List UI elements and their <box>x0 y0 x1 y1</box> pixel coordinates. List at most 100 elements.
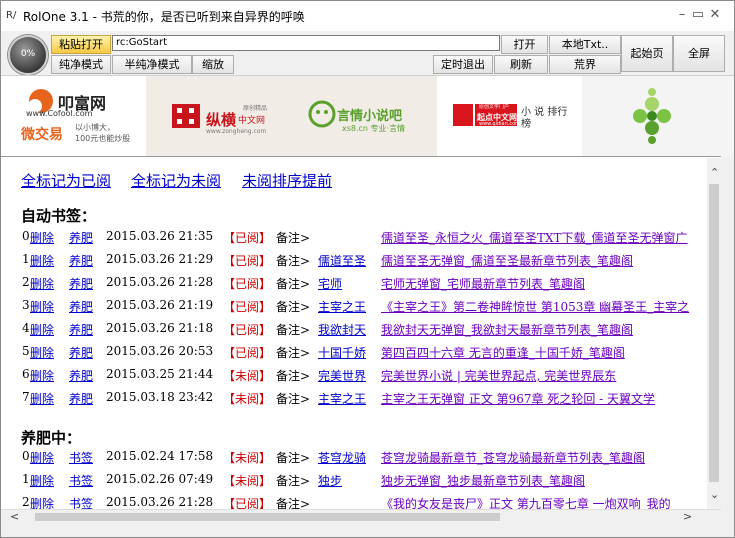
read-status: 【已阅】 <box>223 497 272 510</box>
delete-link[interactable]: 删除 <box>30 367 54 384</box>
pending-heading: 养肥中： <box>21 429 82 447</box>
read-status: 【已阅】 <box>223 300 272 314</box>
horizontal-scroll-thumb[interactable] <box>35 513 500 521</box>
pure-mode-button[interactable]: 纯净模式 <box>51 55 111 74</box>
read-status: 【已阅】 <box>223 231 272 245</box>
bookmark-title-link[interactable]: 儒道至圣无弹窗_儒道至圣最新章节列表_笔趣阁 <box>381 252 633 269</box>
bookmark-date: 2015.03.26 20:53 <box>106 344 214 358</box>
ad-cofool[interactable]: 叩富网 www.Cofool.com 微交易 以小博大， 100元也能炒股 <box>1 76 146 157</box>
scroll-right-icon[interactable]: > <box>683 510 692 523</box>
semi-pure-mode-button[interactable]: 半纯净模式 <box>112 55 192 74</box>
start-page-button[interactable]: 起始页 <box>621 35 673 72</box>
ad-zongheng[interactable]: 纵横 中文网 原创精品 www.zongheng.com <box>146 76 292 157</box>
note-link[interactable]: 独步 <box>318 472 342 489</box>
bookmark-title-link[interactable]: 完美世界小说 | 完美世界起点, 完美世界辰东 <box>381 367 616 384</box>
open-button[interactable]: 打开 <box>501 35 548 54</box>
zongheng-url: www.zongheng.com <box>206 128 267 135</box>
mark-all-unread-link[interactable]: 全标记为未阅 <box>131 170 221 191</box>
row-index: 2 <box>22 275 30 289</box>
action-link[interactable]: 养肥 <box>69 390 93 407</box>
row-index: 5 <box>22 344 30 358</box>
note-link[interactable]: 完美世界 <box>318 367 366 384</box>
progress-label: 0% <box>20 49 36 59</box>
row-index: 0 <box>22 449 30 463</box>
delete-link[interactable]: 删除 <box>30 321 54 338</box>
note-link[interactable]: 主宰之王 <box>318 390 366 407</box>
action-link[interactable]: 书签 <box>69 449 93 466</box>
progress-indicator[interactable]: 0% <box>8 35 48 75</box>
sort-unread-link[interactable]: 未阅排序提前 <box>242 170 332 191</box>
action-link[interactable]: 养肥 <box>69 344 93 361</box>
vertical-scrollbar[interactable]: ⌃ ⌄ <box>707 158 721 509</box>
scroll-down-icon[interactable]: ⌄ <box>710 488 719 501</box>
delete-link[interactable]: 删除 <box>30 344 54 361</box>
bookmark-page: 全标记为已阅 全标记为未阅 未阅排序提前 自动书签： 0 删除 养肥 2015.03.… <box>1 156 721 510</box>
title-bar: R/ RolOne 3.1 - 书荒的你，是否已听到来自异界的呼唤 – ▭ ✕ <box>1 1 734 31</box>
horizontal-scrollbar[interactable]: < > <box>1 509 721 524</box>
note-label: 备注> <box>276 392 311 406</box>
bookmark-date: 2015.02.24 17:58 <box>106 449 214 463</box>
shortage-button[interactable]: 荒界 <box>549 55 621 74</box>
delete-link[interactable]: 删除 <box>30 298 54 315</box>
zoom-button[interactable]: 缩放 <box>192 55 234 74</box>
local-txt-button[interactable]: 本地Txt.. <box>549 35 621 54</box>
timed-exit-button[interactable]: 定时退出 <box>433 55 493 74</box>
note-link[interactable]: 苍穹龙骑 <box>318 449 366 466</box>
qidian-url: www.qidian.com <box>479 121 521 127</box>
action-link[interactable]: 养肥 <box>69 367 93 384</box>
paste-open-button[interactable]: 粘贴打开 <box>51 35 111 54</box>
bookmark-title-link[interactable]: 第四百四十六章 无言的重逢_十国千娇_笔趣阁 <box>381 344 625 361</box>
note-label: 备注> <box>276 474 311 488</box>
action-link[interactable]: 书签 <box>69 472 93 489</box>
note-link[interactable]: 主宰之王 <box>318 298 366 315</box>
fullscreen-button[interactable]: 全屏 <box>673 35 725 72</box>
delete-link[interactable]: 删除 <box>30 495 54 510</box>
bookmark-title-link[interactable]: 《主宰之王》第二卷神眸惊世 第1053章 幽幕圣王_主宰之 <box>381 298 689 315</box>
ad-xs8[interactable]: 言情小说吧 xs8.cn 专业·言情 <box>292 76 437 157</box>
vertical-scroll-thumb[interactable] <box>709 184 719 482</box>
note-link[interactable]: 我欲封天 <box>318 321 366 338</box>
delete-link[interactable]: 删除 <box>30 229 54 246</box>
action-link[interactable]: 养肥 <box>69 321 93 338</box>
note-link[interactable]: 十国千娇 <box>318 344 366 361</box>
zongheng-brand: 纵横 <box>206 111 237 129</box>
read-status: 【未阅】 <box>223 369 272 383</box>
bookmark-title-link[interactable]: 儒道至圣_永恒之火_儒道至圣TXT下载_儒道至圣无弹窗广 <box>381 229 688 246</box>
delete-link[interactable]: 删除 <box>30 472 54 489</box>
bookmark-date: 2015.03.26 21:29 <box>106 252 214 266</box>
leaf-logo <box>633 88 671 144</box>
ad-qidian[interactable]: 起点中文网 原创文学门户 www.qidian.com 小 说 排行榜 <box>437 76 582 157</box>
delete-link[interactable]: 删除 <box>30 252 54 269</box>
bookmark-title-link[interactable]: 《我的女友是丧尸》正文 第九百零七章 一炮双响_我的 <box>381 495 671 510</box>
delete-link[interactable]: 删除 <box>30 390 54 407</box>
note-link[interactable]: 儒道至圣 <box>318 252 366 269</box>
mark-all-read-link[interactable]: 全标记为已阅 <box>21 170 111 191</box>
delete-link[interactable]: 删除 <box>30 275 54 292</box>
note-link[interactable]: 宅师 <box>318 275 342 292</box>
ad-leaf[interactable] <box>582 76 734 157</box>
bookmark-title-link[interactable]: 宅师无弹窗_宅师最新章节列表_笔趣阁 <box>381 275 585 292</box>
bookmark-title-link[interactable]: 主宰之王无弹窗 正文 第967章 死之轮回 - 天翼文学 <box>381 390 655 407</box>
action-link[interactable]: 养肥 <box>69 275 93 292</box>
delete-link[interactable]: 删除 <box>30 449 54 466</box>
bookmark-title-link[interactable]: 苍穹龙骑最新章节_苍穹龙骑最新章节列表_笔趣阁 <box>381 449 645 466</box>
window-title: RolOne 3.1 - 书荒的你，是否已听到来自异界的呼唤 <box>23 10 305 24</box>
scroll-up-icon[interactable]: ⌃ <box>710 166 719 179</box>
action-link[interactable]: 养肥 <box>69 298 93 315</box>
close-icon[interactable]: ✕ <box>708 7 722 22</box>
bookmark-title-link[interactable]: 我欲封天无弹窗_我欲封天最新章节列表_笔趣阁 <box>381 321 633 338</box>
app-icon: R/ <box>6 10 17 21</box>
row-index: 0 <box>22 229 30 243</box>
read-status: 【未阅】 <box>223 392 272 406</box>
bookmark-title-link[interactable]: 独步无弹窗_独步最新章节列表_笔趣阁 <box>381 472 585 489</box>
action-link[interactable]: 书签 <box>69 495 93 510</box>
url-input[interactable] <box>112 35 500 51</box>
maximize-icon[interactable]: ▭ <box>691 7 705 22</box>
read-status: 【已阅】 <box>223 323 272 337</box>
scroll-left-icon[interactable]: < <box>10 510 19 523</box>
action-link[interactable]: 养肥 <box>69 229 93 246</box>
action-link[interactable]: 养肥 <box>69 252 93 269</box>
cofool-sub1: 以小博大， <box>75 123 115 132</box>
refresh-button[interactable]: 刷新 <box>494 55 548 74</box>
minimize-icon[interactable]: – <box>675 7 689 22</box>
